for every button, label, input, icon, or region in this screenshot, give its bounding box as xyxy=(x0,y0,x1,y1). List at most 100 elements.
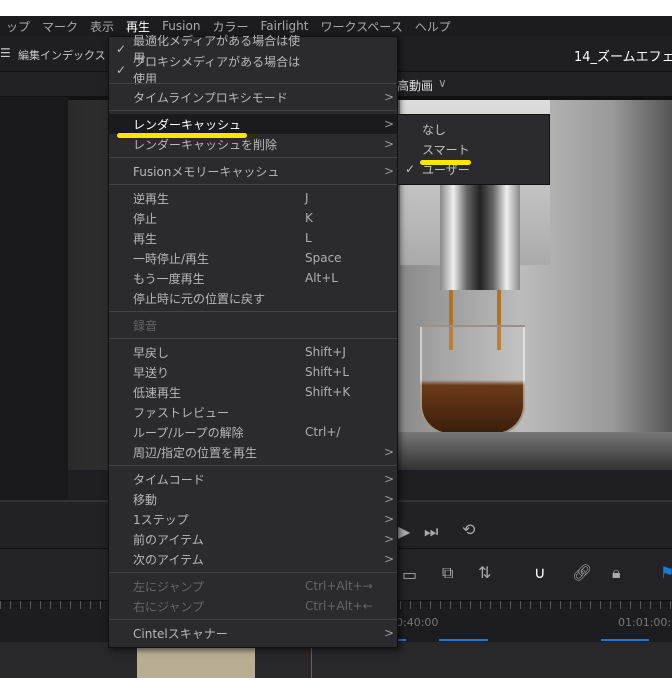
menu-item[interactable]: 右にジャンプ Ctrl+Alt+← xyxy=(109,596,397,616)
chevron-right-icon: > xyxy=(383,532,395,546)
track-marker xyxy=(398,639,406,641)
menu-separator xyxy=(109,83,397,84)
menu-item[interactable]: 左にジャンプ Ctrl+Alt+→ xyxy=(109,576,397,596)
snapping-icon[interactable]: ∪ xyxy=(534,563,546,582)
chevron-right-icon: > xyxy=(383,117,395,131)
menu-separator xyxy=(109,110,397,111)
menu-item[interactable]: タイムラインプロキシモード > xyxy=(109,87,397,107)
menu-item-label: Cintelスキャナー xyxy=(133,626,228,641)
menu-item[interactable]: ループ/ループの解除 Ctrl+/ xyxy=(109,422,397,442)
chevron-down-icon[interactable]: ∨ xyxy=(438,76,447,90)
lock-icon[interactable]: 🔒︎ xyxy=(612,563,621,583)
edit-index-button[interactable]: 編集インデックス xyxy=(18,47,106,63)
submenu-item[interactable]: なし xyxy=(398,119,549,139)
fit-fill-icon[interactable]: ⧉ xyxy=(442,563,453,583)
menu-separator xyxy=(109,311,397,312)
swap-icon[interactable]: ⇅ xyxy=(478,563,491,582)
chevron-right-icon: > xyxy=(383,552,395,566)
menu-item[interactable]: ✓ プロキシメディアがある場合は使用 xyxy=(109,55,397,86)
menu-separator xyxy=(109,465,397,466)
menu-workspace[interactable]: ワークスペース xyxy=(315,18,409,35)
viewer-dropdown[interactable]: 高動画 xyxy=(397,77,433,94)
chevron-right-icon: > xyxy=(383,445,395,459)
menu-item-label: 移動 xyxy=(133,492,158,507)
chevron-right-icon: > xyxy=(383,137,395,151)
next-icon[interactable]: ⏭ xyxy=(424,522,438,542)
menu-item-label: 1ステップ xyxy=(133,512,189,527)
menu-separator xyxy=(109,184,397,185)
menu-item-shortcut: K xyxy=(305,211,313,225)
track-marker xyxy=(439,639,488,641)
menu-item-label: 低速再生 xyxy=(133,385,182,400)
menu-item-label: 再生 xyxy=(133,231,158,246)
menu-item-shortcut: Shift+L xyxy=(305,365,350,379)
submenu-item-label: なし xyxy=(422,122,447,137)
menu-separator xyxy=(109,157,397,158)
nozzles-image xyxy=(440,180,520,290)
menu-item[interactable]: タイムコード > xyxy=(109,469,397,489)
menu-item-label: レンダーキャッシュを削除 xyxy=(133,137,278,152)
menu-item[interactable]: もう一度再生 Alt+L xyxy=(109,268,397,288)
menu-item-label: 一時停止/再生 xyxy=(133,251,210,266)
menu-item[interactable]: 一時停止/再生 Space xyxy=(109,248,397,268)
submenu-item[interactable]: スマート xyxy=(398,139,549,159)
menu-separator xyxy=(109,619,397,620)
render-cache-submenu: なし スマート ✓ ユーザー xyxy=(397,114,550,185)
menu-item[interactable]: 逆再生 J xyxy=(109,188,397,208)
menu-item-shortcut: Space xyxy=(305,251,342,265)
menu-item-shortcut: L xyxy=(305,231,312,245)
check-icon: ✓ xyxy=(115,63,127,77)
left-panel xyxy=(0,97,68,500)
menu-item-label: 停止 xyxy=(133,211,158,226)
index-icon[interactable]: ☰ xyxy=(0,46,11,60)
menu-item[interactable]: 移動 > xyxy=(109,489,397,509)
flag-icon[interactable]: ⚑ xyxy=(660,563,672,582)
menu-item[interactable]: 停止 K xyxy=(109,208,397,228)
menu-help[interactable]: ヘルプ xyxy=(409,18,457,35)
menu-item[interactable]: レンダーキャッシュ > xyxy=(109,114,397,134)
link-icon[interactable]: 🔗︎ xyxy=(572,563,592,582)
menu-item[interactable]: 録音 xyxy=(109,315,397,335)
menu-item[interactable]: 早送り Shift+L xyxy=(109,362,397,382)
menu-item-shortcut: Ctrl+Alt+← xyxy=(305,599,373,613)
chevron-right-icon: > xyxy=(383,626,395,640)
menu-item[interactable]: 再生 L xyxy=(109,228,397,248)
menu-item-label: プロキシメディアがある場合は使用 xyxy=(133,55,301,86)
play-icon[interactable]: ▶ xyxy=(398,522,410,541)
menu-item-shortcut: Shift+K xyxy=(305,385,351,399)
menu-item-shortcut: J xyxy=(305,191,309,205)
playback-menu: ✓ 最適化メディアがある場合は使用 ✓ プロキシメディアがある場合は使用 タイムラインプ… xyxy=(108,34,398,648)
timecode-label: 01:01:00:00 xyxy=(618,616,672,629)
check-icon: ✓ xyxy=(115,42,127,56)
replace-clip-icon[interactable]: ▭ xyxy=(402,565,417,584)
track-marker xyxy=(601,639,649,641)
menu-fusion[interactable]: Fusion xyxy=(156,19,206,33)
menu-item[interactable]: 停止時に元の位置に戻す xyxy=(109,288,397,308)
menu-item[interactable]: 低速再生 Shift+K xyxy=(109,382,397,402)
glass-image xyxy=(420,325,525,435)
menu-item[interactable]: 早戻し Shift+J xyxy=(109,342,397,362)
menu-item[interactable]: 1ステップ > xyxy=(109,509,397,529)
menu-item[interactable]: Fusionメモリーキャッシュ > xyxy=(109,161,397,181)
menu-fairlight[interactable]: Fairlight xyxy=(254,19,314,33)
menu-item[interactable]: ファストレビュー xyxy=(109,402,397,422)
menu-item-shortcut: Ctrl+/ xyxy=(305,425,341,439)
menu-item-shortcut: Ctrl+Alt+→ xyxy=(305,579,373,593)
menu-item-label: 右にジャンプ xyxy=(133,599,205,614)
chevron-right-icon: > xyxy=(383,90,395,104)
submenu-item-label: スマート xyxy=(422,142,470,157)
menu-item[interactable]: 前のアイテム > xyxy=(109,529,397,549)
menu-item-label: タイムコード xyxy=(133,472,205,487)
timeline-clip[interactable] xyxy=(137,648,255,678)
menu-item-label: 早戻し xyxy=(133,345,170,360)
menu-item-label: 次のアイテム xyxy=(133,552,204,567)
menu-item[interactable]: Cintelスキャナー > xyxy=(109,623,397,643)
menu-clip[interactable]: ップ xyxy=(0,18,36,35)
menu-item-label: ファストレビュー xyxy=(133,405,230,420)
loop-icon[interactable]: ⟲ xyxy=(462,520,475,539)
menu-view[interactable]: 表示 xyxy=(84,18,120,35)
menu-mark[interactable]: マーク xyxy=(36,18,84,35)
menu-item[interactable]: 周辺/指定の位置を再生 > xyxy=(109,442,397,462)
highlight-annotation xyxy=(117,133,247,138)
menu-item[interactable]: 次のアイテム > xyxy=(109,549,397,569)
